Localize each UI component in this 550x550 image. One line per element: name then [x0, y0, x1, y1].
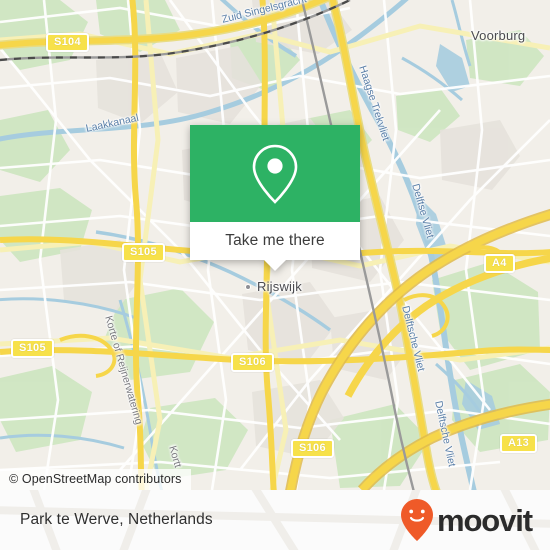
map-pin-icon: [252, 144, 298, 204]
road-shield-s105-2: S105: [11, 339, 54, 358]
moovit-map-share-card: Voorburg Rijswijk Zuid Singelsgracht Laa…: [0, 0, 550, 550]
moovit-logo[interactable]: moovit: [400, 498, 533, 542]
moovit-pin-smiley-icon: [400, 499, 433, 541]
callout-header: [190, 125, 360, 222]
moovit-wordmark: moovit: [436, 502, 533, 538]
road-shield-s105-1: S105: [122, 243, 165, 262]
take-me-there-label: Take me there: [225, 232, 325, 249]
road-shield-a4: A4: [484, 254, 515, 273]
callout-pointer: [264, 260, 286, 271]
destination-callout-card[interactable]: Take me there: [190, 125, 360, 271]
place-title: Park te Werve, Netherlands: [20, 511, 213, 528]
city-marker-rijswijk: [245, 284, 251, 290]
osm-attribution[interactable]: © OpenStreetMap contributors: [0, 469, 191, 490]
footer-bar: Park te Werve, Netherlands moovit: [0, 490, 550, 550]
road-shield-a13: A13: [500, 434, 538, 453]
take-me-there-button[interactable]: Take me there: [190, 222, 360, 260]
map-canvas[interactable]: Voorburg Rijswijk Zuid Singelsgracht Laa…: [0, 0, 550, 490]
road-shield-s106-2: S106: [291, 439, 334, 458]
road-shield-s104-1: S104: [46, 33, 89, 52]
road-shield-s106-1: S106: [231, 353, 274, 372]
